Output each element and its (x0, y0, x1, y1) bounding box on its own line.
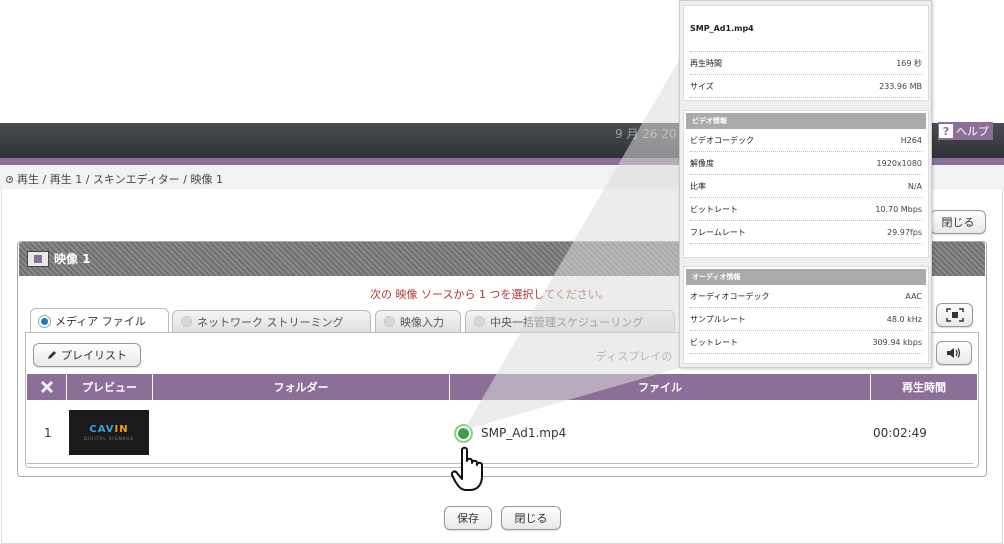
col-preview: プレビュー (67, 374, 153, 400)
select-all-cell[interactable] (27, 374, 67, 400)
radio-selected-icon (39, 315, 50, 327)
display-label: ディスプレイの (596, 350, 673, 363)
general-info-box: SMP_Ad1.mp4 再生時間 169 秒 サイズ 233.96 MB (683, 5, 929, 101)
radio-icon (384, 316, 395, 327)
popup-file-name: SMP_Ad1.mp4 (690, 6, 922, 52)
row-index: 1 (44, 426, 52, 440)
info-row: 比率 N/A (690, 175, 922, 198)
panel-title: 映像 1 (27, 250, 91, 267)
info-row: オーディオコーデック AAC (690, 285, 922, 308)
row-file: SMP_Ad1.mp4 (481, 426, 567, 440)
tab-label: メディア ファイル (55, 315, 146, 328)
tab-label: 中央一括管理スケジューリング (490, 315, 644, 329)
speaker-icon (947, 348, 961, 358)
col-file: ファイル (450, 374, 871, 400)
cayin-logo: CAVIN (89, 424, 129, 435)
breadcrumb-bullet-icon (6, 175, 13, 183)
video-info-box: ビデオ情報 ビデオコーデック H264 解像度 1920x1080 比率 N/A ビッ… (683, 110, 929, 258)
video-info-heading: ビデオ情報 (686, 113, 926, 129)
radio-icon (181, 316, 192, 327)
table-row[interactable]: 1 SMP_Ad1.mp4 00:02:49 (27, 403, 977, 461)
tab-network-streaming[interactable]: ネットワーク ストリーミング (172, 310, 371, 332)
info-row: 解像度 1920x1080 (690, 152, 922, 175)
tab-central-scheduling[interactable]: 中央一括管理スケジューリング (465, 310, 675, 332)
help-icon: ? (939, 124, 953, 138)
logo-tagline: DIGITAL SIGNAGE (83, 436, 134, 441)
col-folder: フォルダー (153, 374, 450, 400)
help-button[interactable]: ? ヘルプ (938, 122, 993, 140)
tab-media-file[interactable]: メディア ファイル (30, 308, 169, 333)
playlist-label: プレイリスト (61, 349, 127, 362)
row-duration: 00:02:49 (873, 426, 927, 440)
info-row: ビットレート 309.94 kbps (690, 331, 922, 354)
info-row: ビデオコーデック H264 (690, 129, 922, 152)
save-button[interactable]: 保存 (444, 506, 492, 530)
preview-thumbnail: CAVIN DIGITAL SIGNAGE (69, 410, 149, 455)
fullscreen-icon (945, 308, 964, 322)
fullscreen-button[interactable] (936, 303, 973, 327)
file-status-icon (454, 424, 473, 443)
info-row: フレームレート 29.97fps (690, 221, 922, 244)
tab-video-input[interactable]: 映像入力 (375, 310, 461, 332)
tab-label: ネットワーク ストリーミング (197, 315, 344, 329)
close-x-icon (40, 380, 53, 394)
info-row: ビットレート 10.70 Mbps (690, 198, 922, 221)
source-notice: 次の 映像 ソースから 1 つを選択してください。 (370, 288, 610, 301)
top-close-button[interactable]: 閉じる (930, 210, 986, 234)
header-date: 9 月 26 20 (615, 127, 677, 141)
breadcrumb-text: 再生 / 再生 1 / スキンエディター / 映像 1 (17, 173, 223, 186)
volume-button[interactable] (936, 341, 972, 365)
pencil-icon (48, 351, 56, 359)
tab-label: 映像入力 (400, 315, 444, 329)
panel-title-text: 映像 1 (54, 252, 91, 266)
help-label: ヘルプ (956, 125, 989, 138)
info-row: サンプルレート 48.0 kHz (690, 308, 922, 331)
row-divider (27, 463, 973, 464)
breadcrumb: 再生 / 再生 1 / スキンエディター / 映像 1 (6, 171, 223, 187)
close-button[interactable]: 閉じる (501, 506, 561, 530)
radio-icon (474, 316, 485, 327)
file-table-header: プレビュー フォルダー ファイル 再生時間 (27, 374, 977, 400)
audio-info-box: オーディオ情報 オーディオコーデック AAC サンプルレート 48.0 kHz ビッ… (683, 266, 929, 364)
info-row: 再生時間 169 秒 (690, 52, 922, 75)
col-duration: 再生時間 (902, 381, 946, 394)
playlist-button[interactable]: プレイリスト (33, 343, 141, 367)
film-icon (27, 250, 49, 267)
info-row: サイズ 233.96 MB (690, 75, 922, 98)
audio-info-heading: オーディオ情報 (686, 269, 926, 285)
